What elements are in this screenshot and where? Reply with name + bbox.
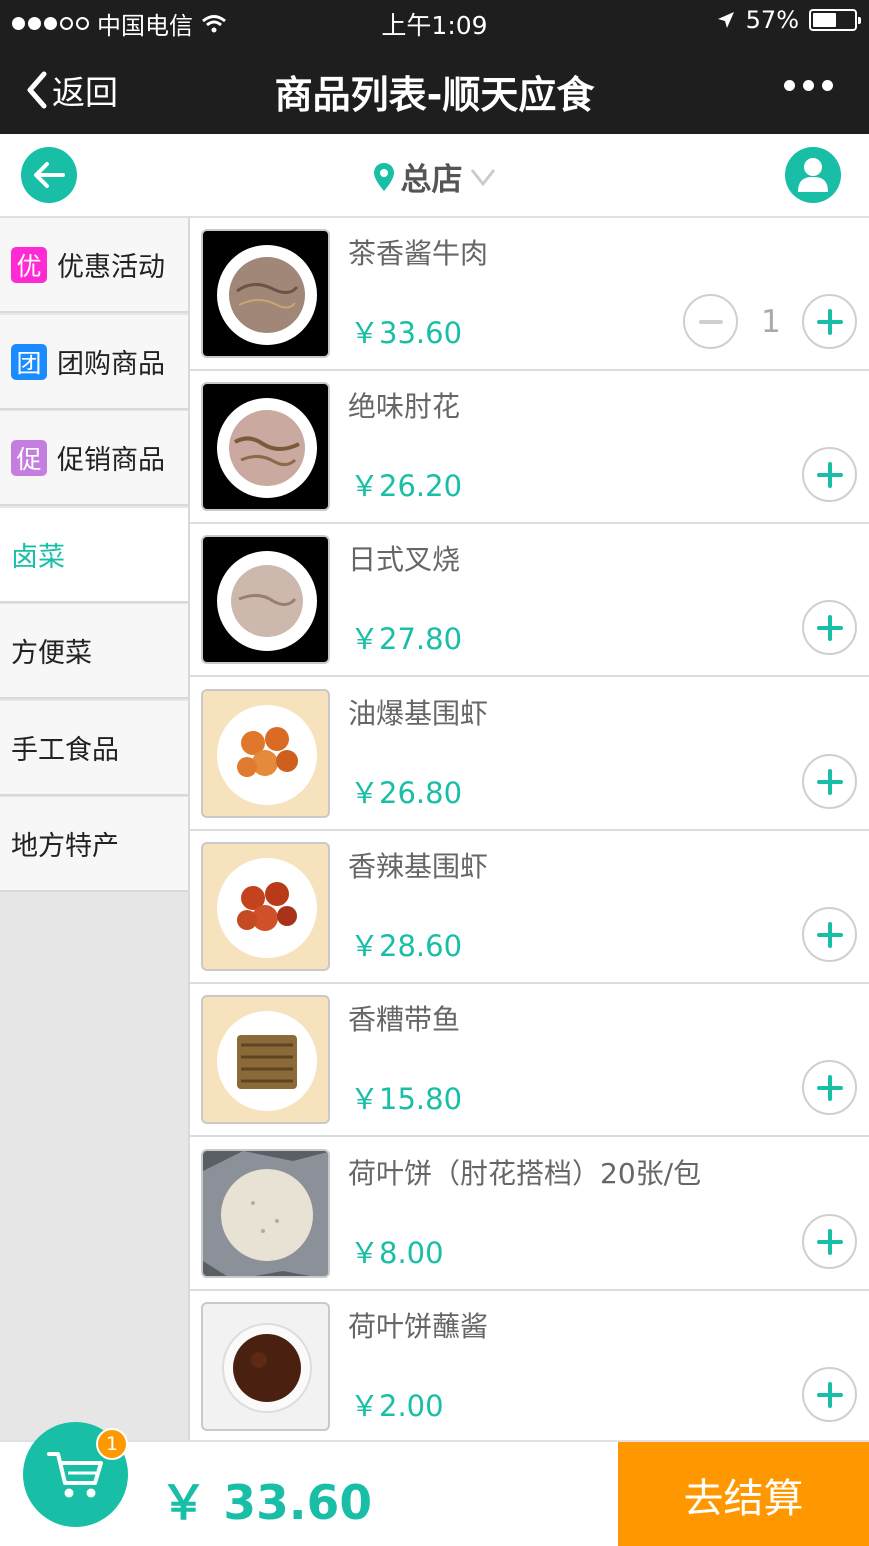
- store-header: 总店: [0, 134, 869, 218]
- product-image: [201, 995, 330, 1124]
- product-item[interactable]: 香糟带鱼 ￥15.80: [190, 984, 869, 1137]
- product-price: ￥15.80: [350, 1082, 463, 1116]
- category-item-local-specialty[interactable]: 地方特产: [0, 797, 188, 892]
- add-to-cart-button[interactable]: [802, 447, 857, 502]
- product-price: ￥27.80: [350, 622, 463, 656]
- category-item-convenience[interactable]: 方便菜: [0, 604, 188, 699]
- plus-icon: [816, 308, 843, 335]
- category-label: 地方特产: [11, 831, 119, 862]
- add-to-cart-button[interactable]: [802, 1367, 857, 1422]
- product-image: [201, 229, 330, 358]
- product-name: 香糟带鱼: [348, 1003, 461, 1036]
- product-list: 茶香酱牛肉 ￥33.60 1 绝味肘花 ￥26.20 日式叉烧 ￥27.80 油…: [190, 218, 869, 1444]
- product-name: 茶香酱牛肉: [348, 237, 489, 270]
- location-arrow-icon: [717, 12, 734, 28]
- product-price: ￥26.20: [350, 469, 463, 503]
- category-item-promotions[interactable]: 优 优惠活动: [0, 218, 188, 313]
- page-title: 商品列表-顺天应食: [274, 73, 595, 117]
- product-item[interactable]: 茶香酱牛肉 ￥33.60 1: [190, 218, 869, 371]
- product-name: 荷叶饼（肘花搭档）20张/包: [348, 1157, 702, 1190]
- store-name: 总店: [400, 162, 463, 198]
- quantity-value: 1: [761, 304, 781, 340]
- plus-icon: [816, 461, 843, 488]
- plus-icon: [816, 1228, 843, 1255]
- battery-percent: 57%: [745, 6, 799, 34]
- product-image: [201, 535, 330, 664]
- product-name: 油爆基围虾: [348, 697, 489, 730]
- category-label: 方便菜: [11, 638, 92, 669]
- product-name: 香辣基围虾: [348, 850, 489, 883]
- plus-icon: [816, 921, 843, 948]
- product-item[interactable]: 荷叶饼蘸酱 ￥2.00: [190, 1291, 869, 1444]
- user-icon: [798, 158, 828, 192]
- category-label: 卤菜: [11, 542, 65, 573]
- nav-bar: 返回 商品列表-顺天应食: [0, 44, 869, 134]
- plus-icon: [816, 1074, 843, 1101]
- product-name: 日式叉烧: [348, 543, 461, 576]
- product-image: [201, 1149, 330, 1278]
- category-item-braised[interactable]: 卤菜: [0, 508, 188, 603]
- battery-icon: [809, 9, 861, 31]
- category-item-sales[interactable]: 促 促销商品: [0, 411, 188, 506]
- category-label: 手工食品: [11, 735, 119, 766]
- add-to-cart-button[interactable]: [802, 1214, 857, 1269]
- add-to-cart-button[interactable]: [802, 294, 857, 349]
- product-price: ￥26.80: [350, 776, 463, 810]
- category-label: 团购商品: [57, 349, 165, 380]
- product-name: 绝味肘花: [348, 390, 461, 423]
- product-price: ￥28.60: [350, 929, 463, 963]
- add-to-cart-button[interactable]: [802, 600, 857, 655]
- category-badge-icon: 优: [11, 246, 47, 283]
- category-badge-icon: 团: [11, 343, 47, 380]
- add-to-cart-button[interactable]: [802, 907, 857, 962]
- profile-button[interactable]: [785, 147, 841, 203]
- cart-icon: [46, 1451, 103, 1497]
- cart-total: ￥ 33.60: [160, 1476, 373, 1531]
- category-badge-icon: 促: [11, 439, 47, 476]
- minus-icon: [698, 319, 723, 324]
- plus-icon: [816, 614, 843, 641]
- product-price: ￥8.00: [350, 1236, 444, 1270]
- product-price: ￥2.00: [350, 1389, 444, 1423]
- checkout-button[interactable]: 去结算: [618, 1442, 869, 1546]
- decrease-quantity-button[interactable]: [683, 294, 738, 349]
- category-item-group-buy[interactable]: 团 团购商品: [0, 315, 188, 410]
- product-item[interactable]: 荷叶饼（肘花搭档）20张/包 ￥8.00: [190, 1138, 869, 1291]
- add-to-cart-button[interactable]: [802, 1060, 857, 1115]
- category-sidebar: 优 优惠活动 团 团购商品 促 促销商品 卤菜 方便菜 手工食品 地方特产: [0, 218, 190, 1440]
- product-image: [201, 689, 330, 818]
- location-pin-icon: [373, 162, 394, 191]
- store-selector[interactable]: 总店: [0, 154, 869, 199]
- category-item-handmade[interactable]: 手工食品: [0, 701, 188, 796]
- plus-icon: [816, 768, 843, 795]
- category-label: 促销商品: [57, 445, 165, 476]
- product-image: [201, 382, 330, 511]
- product-price: ￥33.60: [350, 316, 463, 350]
- product-name: 荷叶饼蘸酱: [348, 1310, 489, 1343]
- product-image: [201, 842, 330, 971]
- product-item[interactable]: 油爆基围虾 ￥26.80: [190, 678, 869, 831]
- dropdown-chevron-icon: [470, 168, 495, 186]
- product-item[interactable]: 绝味肘花 ￥26.20: [190, 371, 869, 524]
- more-dots-icon[interactable]: [784, 80, 833, 91]
- product-item[interactable]: 日式叉烧 ￥27.80: [190, 524, 869, 677]
- add-to-cart-button[interactable]: [802, 754, 857, 809]
- plus-icon: [816, 1381, 843, 1408]
- status-bar: 中国电信 上午1:09 57%: [0, 0, 869, 44]
- cart-count-badge: 1: [96, 1428, 128, 1460]
- category-label: 优惠活动: [57, 252, 165, 283]
- product-image: [201, 1302, 330, 1431]
- cart-bar: 1 ￥ 33.60 去结算: [0, 1422, 869, 1546]
- product-item[interactable]: 香辣基围虾 ￥28.60: [190, 831, 869, 984]
